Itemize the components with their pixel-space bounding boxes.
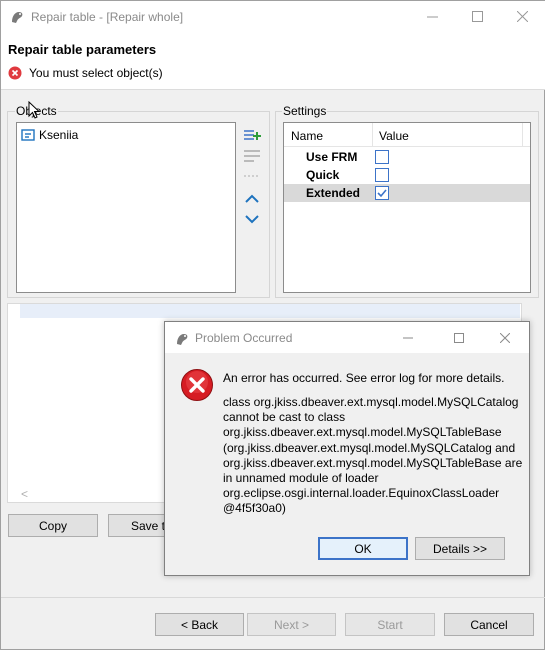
mouse-cursor-icon (28, 101, 40, 119)
objects-list[interactable]: Kseniia (16, 122, 236, 293)
setting-name: Use FRM (306, 150, 358, 164)
checkmark-icon (377, 189, 387, 198)
column-header-name[interactable]: Name (291, 129, 323, 143)
ok-button[interactable]: OK (318, 537, 408, 560)
dialog-maximize-button[interactable] (439, 322, 479, 353)
next-button[interactable]: Next > (247, 613, 336, 636)
column-divider (372, 123, 373, 147)
details-line: org.jkiss.dbeaver.ext.mysql.model.MySQLT… (223, 425, 502, 440)
dialog-close-button[interactable] (485, 322, 525, 353)
details-line: org.eclipse.osgi.internal.loader.Equinox… (223, 486, 500, 501)
use-frm-checkbox[interactable] (375, 150, 389, 164)
maximize-icon (454, 332, 464, 343)
chevron-down-icon (245, 215, 259, 224)
details-button[interactable]: Details >> (415, 537, 505, 560)
move-down-button[interactable] (243, 211, 261, 227)
footer-divider (1, 597, 545, 598)
dialog-title: Problem Occurred (195, 331, 293, 345)
list-item[interactable]: Kseniia (21, 126, 78, 144)
app-icon (177, 334, 188, 345)
page-title: Repair table parameters (8, 42, 157, 57)
dialog-details: class org.jkiss.dbeaver.ext.mysql.model.… (223, 395, 523, 517)
move-up-button[interactable] (243, 191, 261, 207)
maximize-button[interactable] (454, 1, 500, 32)
table-header: Name Value (284, 123, 530, 147)
remove-icon (244, 150, 260, 162)
app-icon (12, 12, 23, 23)
details-line: (org.jkiss.dbeaver.ext.mysql.model.MySQL… (223, 440, 516, 455)
details-line: in unnamed module of loader (223, 471, 379, 486)
table-icon (21, 129, 35, 141)
close-icon (500, 332, 510, 343)
maximize-icon (471, 11, 483, 22)
minimize-icon (403, 337, 413, 338)
add-button[interactable] (242, 126, 262, 146)
header-banner: Repair table parameters You must select … (1, 32, 545, 90)
dialog-message: An error has occurred. See error log for… (223, 371, 505, 385)
start-button[interactable]: Start (345, 613, 435, 636)
minimize-button[interactable] (409, 1, 455, 32)
object-name: Kseniia (39, 128, 79, 142)
table-row[interactable]: Extended (284, 184, 530, 202)
setting-name: Extended (306, 186, 361, 200)
dots-icon (244, 175, 258, 177)
window-titlebar[interactable]: Repair table - [Repair whole] (1, 1, 545, 32)
details-line: org.jkiss.dbeaver.ext.mysql.model.MySQLT… (223, 455, 523, 470)
details-line: cannot be cast to class (223, 410, 346, 425)
validation-error-message: You must select object(s) (29, 66, 163, 80)
cancel-button[interactable]: Cancel (444, 613, 534, 636)
problem-dialog: Problem Occurred An error has occurred. … (164, 321, 530, 576)
copy-button[interactable]: Copy (8, 514, 98, 537)
output-highlight-row (20, 304, 520, 318)
column-divider (522, 123, 523, 147)
table-row[interactable]: Use FRM (284, 148, 530, 166)
dialog-minimize-button[interactable] (388, 322, 428, 353)
extended-checkbox[interactable] (375, 186, 389, 200)
chevron-up-icon (245, 194, 259, 203)
back-button[interactable]: < Back (155, 613, 244, 636)
table-row[interactable]: Quick (284, 166, 530, 184)
close-button[interactable] (499, 1, 545, 32)
settings-group-label: Settings (282, 104, 328, 118)
quick-checkbox[interactable] (375, 168, 389, 182)
column-header-value[interactable]: Value (379, 129, 409, 143)
scroll-left-icon[interactable]: < (21, 487, 28, 501)
error-icon (181, 369, 213, 401)
details-line: @4f5f30a0) (223, 501, 286, 516)
minimize-icon (426, 16, 438, 18)
remove-button[interactable] (242, 147, 262, 165)
settings-table[interactable]: Name Value Use FRM Quick Extended (283, 122, 531, 293)
add-icon (244, 130, 261, 140)
setting-name: Quick (306, 168, 340, 182)
dialog-titlebar[interactable]: Problem Occurred (165, 322, 529, 353)
error-icon (8, 66, 22, 80)
close-icon (516, 11, 528, 22)
window-title: Repair table - [Repair whole] (31, 10, 184, 24)
details-line: class org.jkiss.dbeaver.ext.mysql.model.… (223, 395, 519, 409)
separator-dots (242, 169, 262, 183)
